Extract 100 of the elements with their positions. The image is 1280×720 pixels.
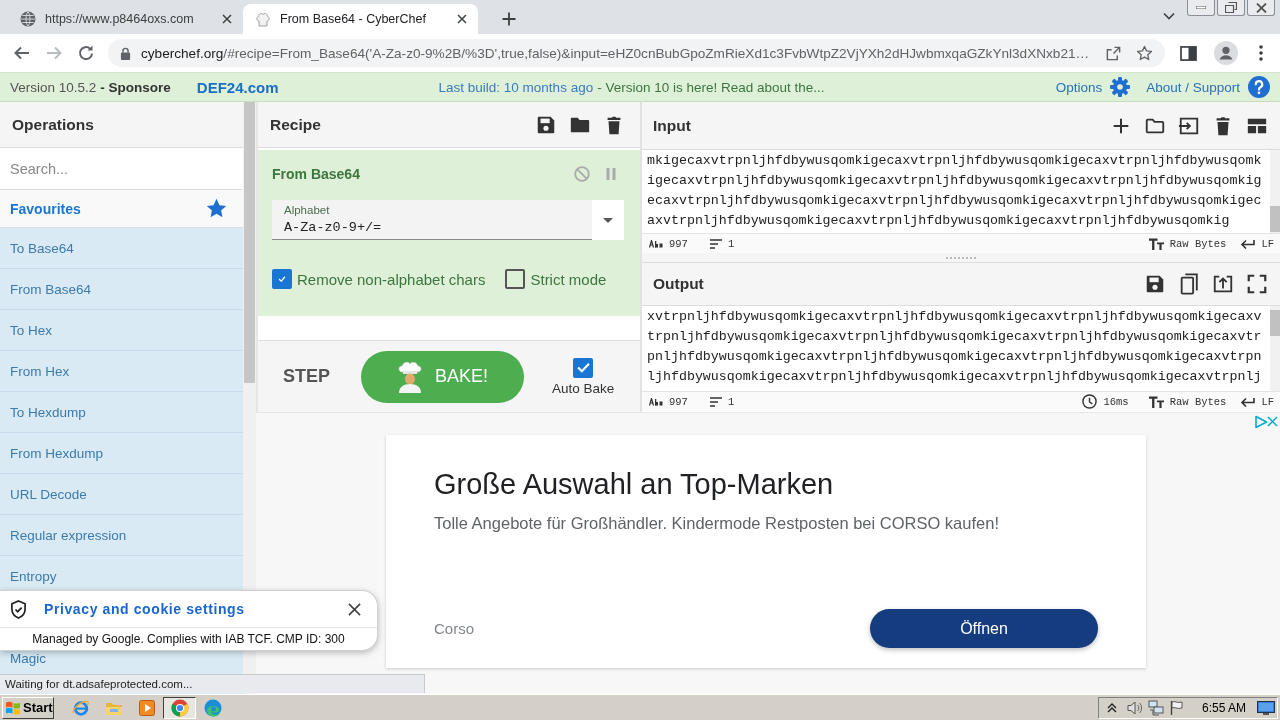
star-icon[interactable] xyxy=(1136,44,1153,62)
checkbox-label[interactable]: Remove non-alphabet chars xyxy=(297,270,486,288)
text-length-icon xyxy=(649,397,663,406)
browser-tab[interactable]: From Base64 - CyberChef xyxy=(243,4,478,34)
bake-button[interactable]: BAKE! xyxy=(361,350,524,403)
star-icon xyxy=(206,198,227,219)
sponsor-link[interactable]: DEF24.com xyxy=(196,78,279,96)
scrollbar[interactable] xyxy=(1270,150,1280,233)
address-bar[interactable]: cyberchef.org/#recipe=From_Base64('A-Za-z0-9%2B/%3D',true,false)&input=eHZ0cnBubGpoZmRieXd1c3FvbWtpZ2VjYXh2dHJwbmxqaGZkYnl3dXNxb21… xyxy=(108,39,1165,67)
length-count: 997 xyxy=(669,237,688,250)
checkbox[interactable] xyxy=(272,269,292,289)
favourites-category[interactable]: Favourites xyxy=(0,190,243,228)
scrollbar-thumb[interactable] xyxy=(244,102,255,383)
alphabet-field[interactable]: Alphabet A-Za-z0-9+/= xyxy=(272,200,592,240)
options-link[interactable]: Options xyxy=(1055,77,1131,97)
panel-title: Input xyxy=(653,116,691,135)
reload-icon[interactable] xyxy=(76,43,96,63)
clock-text[interactable]: 6:55 AM xyxy=(1201,700,1246,715)
restore-button[interactable] xyxy=(1217,0,1245,16)
panel-title: Operations xyxy=(12,115,94,134)
caret-icon xyxy=(603,217,613,223)
version-text: Version 10.5.2 xyxy=(10,79,97,95)
settings-icon xyxy=(1110,77,1131,97)
checkbox-label[interactable]: Strict mode xyxy=(530,270,607,288)
about-support-link[interactable]: About / Support xyxy=(1146,76,1270,98)
profile-icon[interactable] xyxy=(1214,41,1238,65)
export-icon[interactable] xyxy=(1212,273,1234,295)
length-count: 997 xyxy=(669,395,688,408)
eol-label[interactable]: LF xyxy=(1261,395,1274,408)
help-icon xyxy=(1248,76,1270,98)
scrollbar-thumb[interactable] xyxy=(1270,206,1280,232)
speaker-icon[interactable] xyxy=(1126,699,1143,716)
return-arrow-icon[interactable] xyxy=(1240,238,1256,249)
edge-icon xyxy=(203,698,222,717)
checkmark-icon xyxy=(278,276,286,282)
media-player-icon xyxy=(137,698,156,717)
scrollbar[interactable] xyxy=(1270,306,1280,391)
line-count: 1 xyxy=(727,395,735,408)
close-icon[interactable] xyxy=(222,14,232,24)
panel-title: Recipe xyxy=(270,115,321,134)
encoding-label[interactable]: Raw Bytes xyxy=(1169,237,1227,250)
cookie-settings-link[interactable]: Privacy and cookie settings xyxy=(44,601,245,617)
minimize-icon xyxy=(1196,6,1206,9)
bake-time: 16ms xyxy=(1103,395,1129,408)
close-icon xyxy=(1255,2,1267,13)
text-length-icon xyxy=(649,239,663,248)
chevron-up-icon[interactable] xyxy=(1106,702,1117,713)
lines-icon xyxy=(709,396,722,407)
panel-title: Output xyxy=(653,275,704,293)
browser-tab[interactable]: https://www.p8464oxs.com xyxy=(8,4,243,34)
lines-icon xyxy=(709,238,722,249)
ad-description: Tolle Angebote für Großhändler. Kindermode Restposten bei CORSO kaufen! xyxy=(434,514,1000,533)
step-button[interactable]: STEP xyxy=(283,366,330,387)
windows-logo-icon xyxy=(5,699,21,716)
line-count: 1 xyxy=(727,237,735,250)
text-format-icon[interactable] xyxy=(1148,237,1164,250)
operation-title: From Base64 xyxy=(272,166,360,182)
ad-headline: Große Auswahl an Top-Marken xyxy=(434,467,835,502)
fullscreen-icon[interactable] xyxy=(1246,273,1268,295)
notice-link[interactable]: - Version 10 is here! Read about the... xyxy=(597,79,825,95)
chef-hat-icon xyxy=(255,11,271,27)
menu-icon[interactable] xyxy=(1259,45,1263,61)
advertiser-name: Corso xyxy=(434,620,474,637)
taskbar-button[interactable] xyxy=(163,696,196,719)
close-icon[interactable] xyxy=(348,602,361,616)
close-icon[interactable] xyxy=(457,14,467,24)
flag-icon[interactable] xyxy=(1168,699,1185,716)
eol-label[interactable]: LF xyxy=(1261,237,1274,250)
resize-handle[interactable] xyxy=(946,256,976,259)
loading-status: Waiting for dt.adsafeprotected.com... xyxy=(0,674,425,693)
chrome-icon xyxy=(170,698,189,717)
network-icon[interactable] xyxy=(1147,699,1164,716)
checkbox[interactable] xyxy=(505,269,526,289)
show-desktop-icon[interactable] xyxy=(1257,700,1275,715)
open-button[interactable]: Öffnen xyxy=(870,609,1098,648)
restore-icon xyxy=(1225,2,1237,13)
side-panel-icon[interactable] xyxy=(1180,45,1197,61)
chef-icon xyxy=(397,360,423,393)
lock-icon xyxy=(120,46,131,60)
checkbox-label[interactable]: Auto Bake xyxy=(552,380,615,396)
copy-icon[interactable] xyxy=(1178,273,1200,295)
build-info-text: Last build: 10 months ago xyxy=(438,79,594,95)
checkmark-icon xyxy=(576,362,590,373)
globe-icon xyxy=(20,11,36,27)
new-tab-icon[interactable] xyxy=(502,12,516,26)
share-icon[interactable] xyxy=(1105,44,1122,62)
sponsor-text: - Sponsore xyxy=(100,79,171,95)
chevron-down-icon[interactable] xyxy=(1163,12,1175,20)
checkbox[interactable] xyxy=(573,357,594,378)
encoding-label[interactable]: Raw Bytes xyxy=(1169,395,1227,408)
text-format-icon[interactable] xyxy=(1148,395,1164,408)
start-button[interactable]: Start xyxy=(2,696,54,719)
minimize-button[interactable] xyxy=(1187,0,1215,16)
shield-check-icon xyxy=(10,599,27,619)
return-arrow-icon[interactable] xyxy=(1240,396,1256,407)
clock-icon xyxy=(1082,394,1098,409)
internet-explorer-icon xyxy=(71,698,90,717)
close-button[interactable] xyxy=(1247,0,1275,16)
save-icon[interactable] xyxy=(1144,273,1166,295)
scrollbar-thumb[interactable] xyxy=(1270,310,1280,336)
